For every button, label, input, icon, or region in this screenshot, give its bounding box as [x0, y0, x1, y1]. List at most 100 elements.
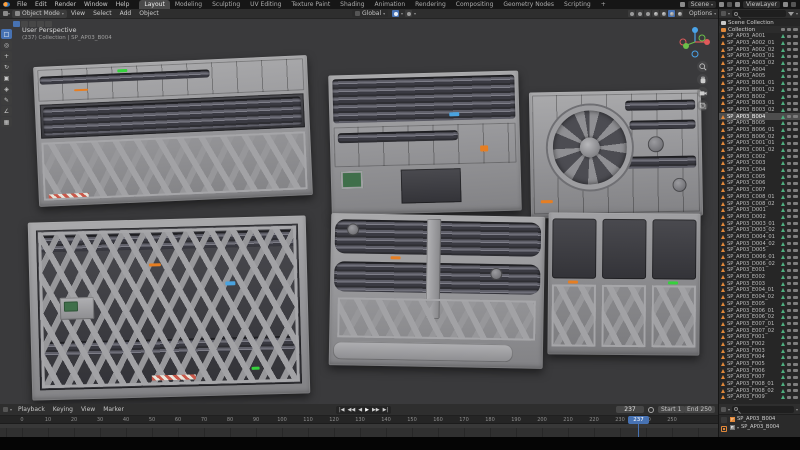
disable-render-icon[interactable] [793, 182, 798, 185]
add-workspace-button[interactable]: + [596, 0, 611, 9]
outliner-item[interactable]: SP_AP03_F008_02 [719, 387, 800, 394]
snap-magnet-icon[interactable] [392, 10, 399, 17]
collection-row[interactable]: Collection [719, 26, 800, 33]
hide-eye-icon[interactable] [787, 383, 791, 386]
scene-selector[interactable]: Scene ▾ [688, 1, 716, 8]
hide-eye-icon[interactable] [787, 135, 791, 138]
hide-eye-icon[interactable] [787, 209, 791, 212]
hide-eye-icon[interactable] [787, 336, 791, 339]
outliner-item[interactable]: SP_AP03_B005 [719, 120, 800, 127]
disable-render-icon[interactable] [793, 162, 798, 165]
outliner-display-mode-icon[interactable] [721, 11, 726, 16]
disable-render-icon[interactable] [793, 329, 798, 332]
disable-render-icon[interactable] [793, 88, 798, 91]
disable-render-icon[interactable] [793, 195, 798, 198]
disable-render-icon[interactable] [793, 128, 798, 131]
mesh-panel-bottom-right[interactable] [547, 212, 700, 355]
outliner-item[interactable]: SP_AP03_F001 [719, 334, 800, 341]
hide-eye-icon[interactable] [787, 215, 791, 218]
outliner-item[interactable]: SP_AP03_D006_02 [719, 260, 800, 267]
disable-render-icon[interactable] [793, 108, 798, 111]
hide-eye-icon[interactable] [787, 249, 791, 252]
hide-eye-icon[interactable] [787, 142, 791, 145]
disable-render-icon[interactable] [793, 276, 798, 279]
disable-render-icon[interactable] [793, 202, 798, 205]
disable-render-icon[interactable] [793, 42, 798, 45]
options-dropdown[interactable]: Options ▾ [686, 10, 718, 17]
outliner-item[interactable]: SP_AP03_F008_01 [719, 381, 800, 388]
properties-breadcrumb[interactable]: SP_AP03_B004 [728, 415, 800, 423]
outliner-item[interactable]: SP_AP03_E003 [719, 280, 800, 287]
disable-render-icon[interactable] [793, 102, 798, 105]
workspace-tab-uv-editing[interactable]: UV Editing [245, 0, 286, 9]
proportional-editing-icon[interactable] [405, 10, 412, 17]
outliner-item[interactable]: SP_AP03_D004_01 [719, 234, 800, 241]
rendered-shading-icon[interactable] [676, 10, 683, 17]
workspace-tab-scripting[interactable]: Scripting [559, 0, 596, 9]
workspace-tab-shading[interactable]: Shading [335, 0, 369, 9]
hide-eye-icon[interactable] [787, 256, 791, 259]
disable-render-icon[interactable] [793, 363, 798, 366]
play-button[interactable]: ▶ [364, 407, 370, 413]
outliner-item[interactable]: SP_AP03_A004 [719, 66, 800, 73]
outliner-item[interactable]: SP_AP03_F002 [719, 341, 800, 348]
hide-eye-icon[interactable] [787, 242, 791, 245]
disable-render-icon[interactable] [793, 396, 798, 399]
outliner-item[interactable]: SP_AP03_B003_02 [719, 107, 800, 114]
mode-selector[interactable]: Object Mode ▾ [12, 10, 67, 18]
disable-render-icon[interactable] [793, 269, 798, 272]
outliner-item[interactable]: SP_AP03_E001 [719, 267, 800, 274]
hide-eye-icon[interactable] [787, 28, 791, 31]
disable-render-icon[interactable] [793, 249, 798, 252]
outliner-item[interactable]: SP_AP03_E004_02 [719, 294, 800, 301]
add-cube-tool[interactable]: ▦ [1, 117, 12, 127]
disable-render-icon[interactable] [793, 68, 798, 71]
outliner-item[interactable]: SP_AP03_E004_01 [719, 287, 800, 294]
blender-logo-icon[interactable] [3, 2, 10, 7]
object-tab-icon[interactable] [721, 426, 727, 432]
disable-render-icon[interactable] [793, 242, 798, 245]
workspace-tab-compositing[interactable]: Compositing [451, 0, 499, 9]
hide-eye-icon[interactable] [787, 309, 791, 312]
outliner-item[interactable]: SP_AP03_A003_01 [719, 53, 800, 60]
disable-render-icon[interactable] [793, 289, 798, 292]
outliner-item[interactable]: SP_AP03_C007 [719, 187, 800, 194]
outliner-item[interactable]: SP_AP03_D003_02 [719, 227, 800, 234]
hide-eye-icon[interactable] [787, 189, 791, 192]
viewport-menu-view[interactable]: View [67, 10, 89, 17]
hide-eye-icon[interactable] [787, 302, 791, 305]
disable-render-icon[interactable] [793, 235, 798, 238]
outliner-item[interactable]: SP_AP03_B003_01 [719, 100, 800, 107]
tool-option-icon[interactable] [13, 21, 20, 27]
hide-eye-icon[interactable] [787, 396, 791, 399]
hide-eye-icon[interactable] [787, 95, 791, 98]
outliner-item[interactable]: SP_AP03_D003_01 [719, 220, 800, 227]
hide-eye-icon[interactable] [787, 48, 791, 51]
pan-hand-icon[interactable] [697, 74, 708, 85]
outliner-item[interactable]: SP_AP03_A005 [719, 73, 800, 80]
end-frame-field[interactable]: End 250 [684, 406, 715, 413]
hide-eye-icon[interactable] [787, 356, 791, 359]
outliner-item[interactable]: SP_AP03_C001_02 [719, 147, 800, 154]
disable-render-icon[interactable] [793, 222, 798, 225]
outliner-item[interactable]: SP_AP03_E007_01 [719, 321, 800, 328]
disable-render-icon[interactable] [793, 122, 798, 125]
outliner-item[interactable]: SP_AP03_D004_02 [719, 240, 800, 247]
hide-eye-icon[interactable] [787, 169, 791, 172]
zoom-icon[interactable] [697, 61, 708, 72]
outliner-item[interactable]: SP_AP03_F005 [719, 361, 800, 368]
tool-option-icon[interactable] [37, 21, 44, 27]
disable-render-icon[interactable] [793, 142, 798, 145]
workspace-tab-rendering[interactable]: Rendering [410, 0, 451, 9]
outliner-item[interactable]: SP_AP03_A001 [719, 33, 800, 40]
disable-render-icon[interactable] [793, 209, 798, 212]
hide-eye-icon[interactable] [787, 296, 791, 299]
disable-render-icon[interactable] [793, 189, 798, 192]
hide-eye-icon[interactable] [787, 369, 791, 372]
hide-eye-icon[interactable] [787, 202, 791, 205]
disable-render-icon[interactable] [793, 62, 798, 65]
outliner-item[interactable]: SP_AP03_E007_02 [719, 327, 800, 334]
hide-eye-icon[interactable] [787, 195, 791, 198]
outliner-item[interactable]: SP_AP03_F006 [719, 367, 800, 374]
hide-eye-icon[interactable] [787, 102, 791, 105]
